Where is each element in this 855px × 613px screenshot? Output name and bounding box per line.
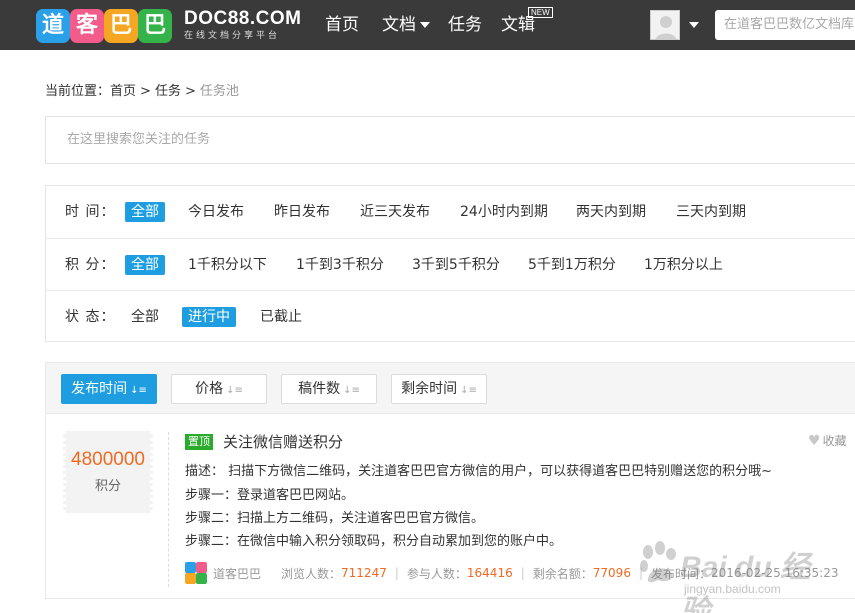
filter-panel: 时 间： 全部 今日发布 昨日发布 近三天发布 24小时内到期 两天内到期 三天…	[45, 185, 855, 342]
site-logo[interactable]: 道 客 巴 巴	[36, 5, 176, 45]
user-silhouette-icon	[655, 16, 677, 39]
participants-count: 164416	[466, 566, 513, 580]
filter-status-all[interactable]: 全部	[125, 307, 165, 327]
logo-tile-1: 道	[36, 9, 70, 43]
sort-desc-icon: ↓≡	[460, 385, 477, 396]
pinned-badge: 置顶	[185, 434, 213, 450]
breadcrumb-separator: >	[140, 84, 151, 99]
published-time: 2016-02-25 16:35:23	[711, 566, 839, 580]
sort-publish-time-button[interactable]: 发布时间 ↓≡	[61, 374, 157, 404]
logo-tile-2: 客	[70, 9, 104, 43]
favorite-label: 收藏	[822, 434, 847, 448]
sort-desc-icon: ↓≡	[130, 385, 147, 396]
task-step-1: 步骤一：登录道客巴巴网站。	[185, 488, 355, 503]
filter-time-today[interactable]: 今日发布	[182, 202, 250, 222]
views-label: 浏览人数：	[281, 566, 342, 581]
filter-points-5k-10k[interactable]: 5千到1万积分	[522, 255, 622, 275]
sort-bar: 发布时间 ↓≡ 价格 ↓≡ 稿件数 ↓≡ 剩余时间 ↓≡	[45, 362, 855, 414]
sort-desc-icon: ↓≡	[226, 385, 243, 396]
task-step-3: 步骤二：在微信中输入积分领取码，积分自动累加到您的账户中。	[185, 534, 563, 549]
meta-separator: |	[638, 566, 644, 580]
filter-time-3days-due[interactable]: 三天内到期	[670, 202, 752, 222]
task-card: 4800000 积分 置顶 关注微信赠送积分 ♥ 收藏 描述： 扫描下方微信二维码…	[45, 414, 855, 599]
filter-points-all[interactable]: 全部	[125, 255, 165, 275]
brand-domain: DOC88.COM	[184, 8, 302, 29]
filter-row-time: 时 间： 全部 今日发布 昨日发布 近三天发布 24小时内到期 两天内到期 三天…	[46, 186, 855, 238]
filter-row-status: 状 态： 全部 进行中 已截止	[46, 290, 855, 342]
views-count: 711247	[341, 566, 387, 580]
sort-price-button[interactable]: 价格 ↓≡	[171, 374, 267, 404]
logo-tile-3: 巴	[104, 9, 138, 43]
sort-submissions-button[interactable]: 稿件数 ↓≡	[281, 374, 377, 404]
sort-remaining-time-label: 剩余时间	[401, 381, 458, 397]
filter-points-3k-5k[interactable]: 3千到5千积分	[406, 255, 506, 275]
filter-points-under-1k[interactable]: 1千积分以下	[182, 255, 273, 275]
sort-submissions-label: 稿件数	[298, 381, 341, 397]
task-step-2: 步骤二：扫描上方二维码，关注道客巴巴官方微信。	[185, 511, 485, 526]
breadcrumb-current: 任务池	[199, 84, 239, 99]
published-label: 发布时间：	[651, 566, 712, 581]
task-title-link[interactable]: 关注微信赠送积分	[223, 431, 343, 452]
breadcrumb: 当前位置：首页 > 任务 > 任务池	[45, 80, 239, 99]
nav-item-tasks[interactable]: 任务	[448, 0, 482, 50]
sort-desc-icon: ↓≡	[343, 385, 360, 396]
site-search-input[interactable]: 在道客巴巴数亿文档库中	[715, 10, 855, 40]
points-ticket: 4800000 积分	[63, 431, 153, 513]
new-badge: NEW	[528, 7, 553, 18]
task-points-value: 4800000	[71, 449, 145, 470]
filter-status-active[interactable]: 进行中	[182, 307, 236, 327]
sort-remaining-time-button[interactable]: 剩余时间 ↓≡	[391, 374, 487, 404]
filter-time-2days-due[interactable]: 两天内到期	[570, 202, 652, 222]
task-search-input[interactable]: 在这里搜索您关注的任务	[45, 116, 855, 164]
remaining-count: 77096	[592, 566, 631, 580]
filter-time-24h[interactable]: 24小时内到期	[454, 202, 554, 222]
nav-item-home[interactable]: 首页	[325, 0, 359, 50]
meta-separator: |	[520, 566, 525, 580]
brand-name[interactable]: DOC88.COM 在线文档分享平台	[184, 8, 301, 42]
remaining-label: 剩余名额：	[532, 566, 593, 581]
task-meta: 道客巴巴 浏览人数：711247 | 参与人数：164416 | 剩余名额：77096 | 发…	[185, 562, 838, 584]
chevron-down-icon	[420, 22, 430, 28]
meta-separator: |	[394, 566, 399, 580]
filter-time-3days[interactable]: 近三天发布	[354, 202, 436, 222]
filter-status-closed[interactable]: 已截止	[254, 307, 308, 327]
sort-price-label: 价格	[195, 381, 224, 397]
filter-time-all[interactable]: 全部	[125, 202, 165, 222]
avatar-dropdown-icon[interactable]	[689, 22, 699, 28]
nav-item-docs[interactable]: 文档	[382, 0, 430, 50]
logo-tile-4: 巴	[138, 9, 172, 43]
publisher-logo-icon	[185, 562, 207, 584]
user-avatar[interactable]	[650, 10, 680, 40]
top-navigation-bar: 道 客 巴 巴 DOC88.COM 在线文档分享平台 首页 文档 任务 文辑 N…	[0, 0, 855, 50]
filter-row-points: 积 分： 全部 1千积分以下 1千到3千积分 3千到5千积分 5千到1万积分 1…	[46, 238, 855, 290]
favorite-button[interactable]: ♥ 收藏	[808, 432, 847, 449]
brand-slogan: 在线文档分享平台	[184, 31, 281, 41]
heart-icon: ♥	[808, 433, 821, 449]
filter-time-yesterday[interactable]: 昨日发布	[268, 202, 336, 222]
filter-label-status: 状 态：	[65, 309, 116, 325]
filter-label-points: 积 分：	[65, 257, 116, 273]
card-divider	[168, 432, 169, 587]
nav-item-docs-label: 文档	[382, 15, 416, 35]
breadcrumb-prefix: 当前位置：	[45, 84, 111, 99]
breadcrumb-separator: >	[184, 84, 196, 99]
breadcrumb-tasks[interactable]: 任务	[155, 84, 181, 99]
publisher-name[interactable]: 道客巴巴	[213, 565, 261, 582]
task-description: 描述： 扫描下方微信二维码，关注道客巴巴官方微信的用户，可以获得道客巴巴特别赠送…	[185, 464, 773, 479]
breadcrumb-home[interactable]: 首页	[110, 84, 136, 99]
sort-publish-time-label: 发布时间	[71, 381, 128, 397]
participants-label: 参与人数：	[406, 566, 467, 581]
filter-points-1k-3k[interactable]: 1千到3千积分	[290, 255, 390, 275]
task-points-unit: 积分	[94, 479, 121, 494]
filter-points-over-10k[interactable]: 1万积分以上	[638, 255, 729, 275]
filter-label-time: 时 间：	[65, 204, 116, 220]
